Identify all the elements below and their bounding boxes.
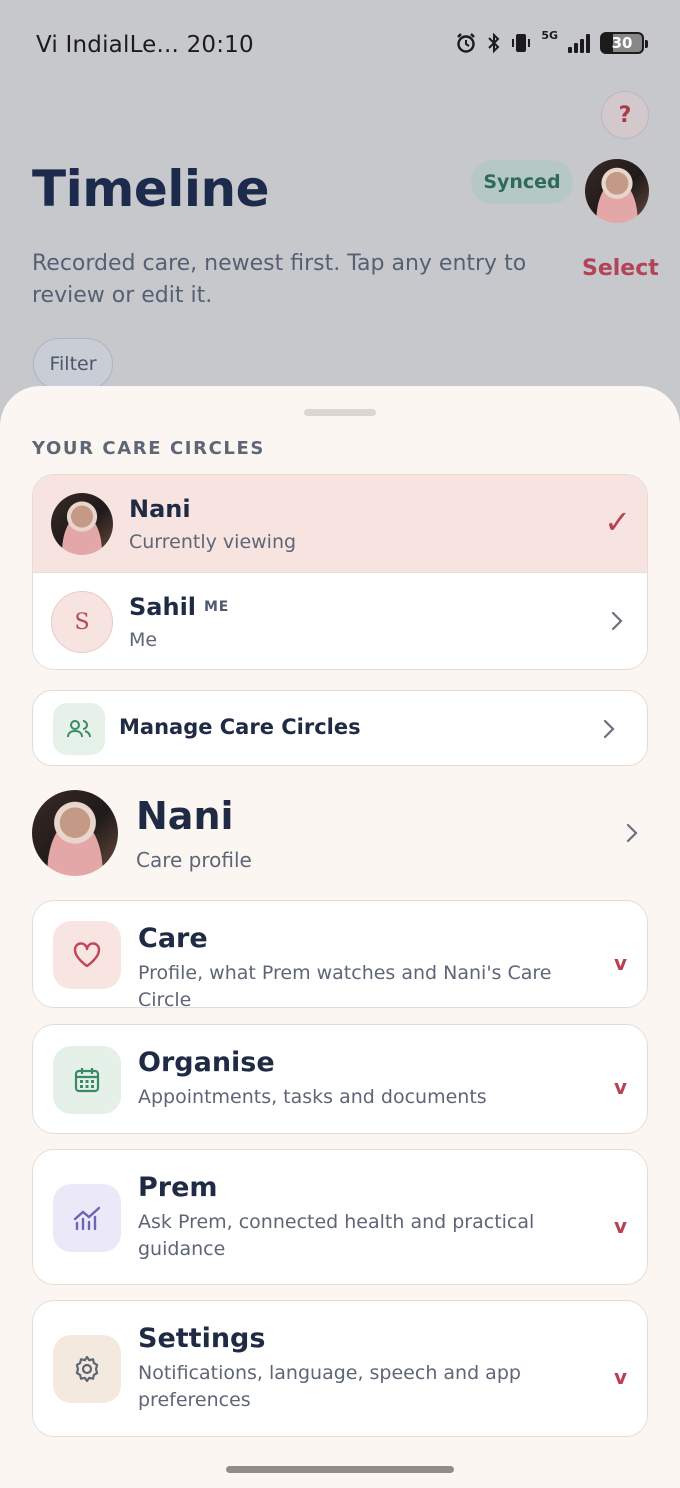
sync-status-badge: Synced [471, 160, 573, 204]
calendar-icon [53, 1046, 121, 1114]
chevron-right-icon [626, 823, 638, 843]
alarm-icon [457, 33, 476, 53]
battery-icon: 30 [600, 32, 648, 54]
home-indicator[interactable] [226, 1466, 454, 1473]
avatar: S [51, 591, 113, 653]
care-circle-sheet: YOUR CARE CIRCLES Nani Currently viewing… [0, 386, 680, 1488]
chevron-right-icon [603, 719, 615, 739]
status-icons: 5G 30 [455, 28, 648, 54]
settings-section-card[interactable]: Settings Notifications, language, speech… [32, 1300, 648, 1437]
profile-avatar[interactable] [585, 159, 649, 223]
chart-icon [53, 1184, 121, 1252]
manage-label: Manage Care Circles [119, 715, 361, 739]
gear-icon [53, 1335, 121, 1403]
card-description: Notifications, language, speech and app … [138, 1362, 521, 1411]
chevron-down-icon: v [613, 1365, 627, 1389]
care-circles-list: Nani Currently viewing ✓ S Sahil ME Me [32, 474, 648, 670]
circle-subtitle: Currently viewing [129, 531, 297, 553]
bluetooth-icon [488, 32, 500, 54]
chevron-down-icon: v [613, 1075, 627, 1099]
circle-subtitle: Me [129, 629, 158, 651]
card-description: Profile, what Prem watches and Nani's Ca… [138, 962, 552, 1011]
card-title: Care [138, 923, 208, 954]
avatar [51, 493, 113, 555]
select-button[interactable]: Select [582, 256, 659, 281]
card-title: Prem [138, 1172, 218, 1203]
me-badge: ME [204, 599, 230, 615]
carrier-time: Vi IndialLe... 20:10 [36, 32, 254, 58]
vibrate-icon [512, 34, 531, 52]
chevron-down-icon: v [613, 1214, 627, 1238]
profile-name: Nani [136, 794, 234, 838]
card-title: Settings [138, 1323, 266, 1354]
page-subtitle: Recorded care, newest first. Tap any ent… [32, 251, 527, 308]
sheet-grabber[interactable] [304, 409, 376, 416]
circle-name-text: Sahil [129, 593, 197, 621]
avatar [32, 790, 118, 876]
battery-level: 30 [611, 34, 633, 52]
care-circle-item-sahil[interactable]: S Sahil ME Me [33, 573, 647, 669]
circle-name: Sahil ME [129, 593, 229, 621]
care-section-card[interactable]: Care Profile, what Prem watches and Nani… [32, 900, 648, 1011]
organise-section-card[interactable]: Organise Appointments, tasks and documen… [32, 1024, 648, 1134]
signal-icon [568, 33, 590, 53]
circle-name: Nani [129, 495, 191, 523]
care-circle-item-nani[interactable]: Nani Currently viewing ✓ [33, 475, 647, 573]
prem-section-card[interactable]: Prem Ask Prem, connected health and prac… [32, 1149, 648, 1285]
manage-care-circles-button[interactable]: Manage Care Circles [32, 690, 648, 766]
network-type: 5G [541, 28, 558, 42]
card-description: Appointments, tasks and documents [138, 1086, 487, 1108]
heart-icon [53, 921, 121, 989]
help-button[interactable]: ? [601, 91, 649, 139]
section-label: YOUR CARE CIRCLES [32, 438, 265, 459]
profile-subtitle: Care profile [136, 848, 252, 872]
card-title: Organise [138, 1047, 275, 1078]
status-bar: Vi IndialLe... 20:10 5G 30 [0, 0, 680, 92]
filter-button[interactable]: Filter [33, 338, 113, 390]
people-icon [53, 703, 105, 755]
chevron-right-icon [611, 611, 623, 631]
chevron-down-icon: v [613, 951, 627, 975]
page-title: Timeline [32, 160, 270, 218]
card-description: Ask Prem, connected health and practical… [138, 1211, 535, 1260]
checkmark-icon: ✓ [604, 503, 631, 541]
